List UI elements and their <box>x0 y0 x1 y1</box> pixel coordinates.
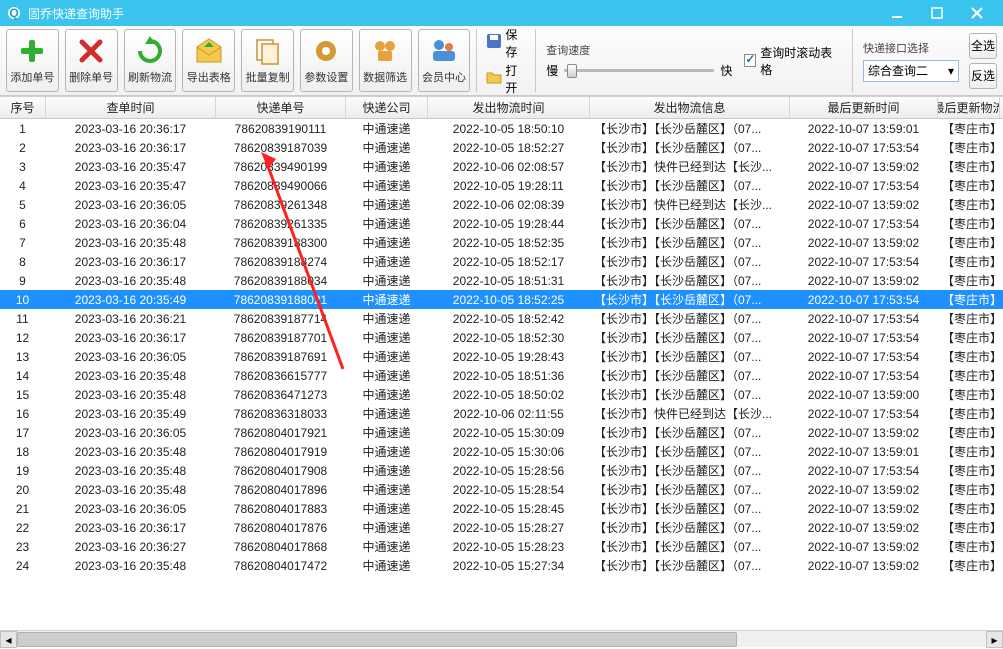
table-row[interactable]: 142023-03-16 20:35:4878620836615777中通速递2… <box>0 366 1003 385</box>
speed-title: 查询速度 <box>546 42 732 58</box>
toolbar: 添加单号 删除单号 刷新物流 导出表格 批量复制 参数设置 数据筛选 会员中心 … <box>0 26 1003 96</box>
fast-label: 快 <box>720 62 732 79</box>
filter-button[interactable]: 数据筛选 <box>359 29 412 92</box>
export-icon <box>194 36 224 66</box>
invert-select-button[interactable]: 反选 <box>969 63 997 89</box>
table-row[interactable]: 12023-03-16 20:36:1778620839190111中通速递20… <box>0 119 1003 138</box>
close-button[interactable] <box>957 2 997 24</box>
table-row[interactable]: 222023-03-16 20:36:1778620804017876中通速递2… <box>0 518 1003 537</box>
open-button[interactable]: 打开 <box>485 62 525 96</box>
settings-button[interactable]: 参数设置 <box>300 29 353 92</box>
table-row[interactable]: 92023-03-16 20:35:4878620839188034中通速递20… <box>0 271 1003 290</box>
table-row[interactable]: 172023-03-16 20:36:0578620804017921中通速递2… <box>0 423 1003 442</box>
table-row[interactable]: 102023-03-16 20:35:4978620839188021中通速递2… <box>0 290 1003 309</box>
filter-icon <box>370 36 400 66</box>
table-row[interactable]: 32023-03-16 20:35:4778620839490199中通速递20… <box>0 157 1003 176</box>
col-comp[interactable]: 快递公司 <box>346 97 428 118</box>
copy-button[interactable]: 批量复制 <box>241 29 294 92</box>
table-row[interactable]: 52023-03-16 20:36:0578620839261348中通速递20… <box>0 195 1003 214</box>
member-button[interactable]: 会员中心 <box>418 29 471 92</box>
table-row[interactable]: 42023-03-16 20:35:4778620839490066中通速递20… <box>0 176 1003 195</box>
window-title: 固乔快递查询助手 <box>28 5 877 22</box>
scroll-checkbox[interactable]: 查询时滚动表格 <box>744 44 836 78</box>
table-row[interactable]: 132023-03-16 20:36:0578620839187691中通速递2… <box>0 347 1003 366</box>
table-row[interactable]: 232023-03-16 20:36:2778620804017868中通速递2… <box>0 537 1003 556</box>
refresh-icon <box>135 36 165 66</box>
table-row[interactable]: 122023-03-16 20:36:1778620839187701中通速递2… <box>0 328 1003 347</box>
maximize-button[interactable] <box>917 2 957 24</box>
users-icon <box>429 36 459 66</box>
delete-icon <box>76 36 106 66</box>
save-icon <box>485 32 503 53</box>
table-row[interactable]: 62023-03-16 20:36:0478620839261335中通速递20… <box>0 214 1003 233</box>
table-row[interactable]: 72023-03-16 20:35:4878620839188300中通速递20… <box>0 233 1003 252</box>
horizontal-scrollbar[interactable]: ◂ ▸ <box>0 630 1003 647</box>
col-time[interactable]: 查单时间 <box>46 97 216 118</box>
col-send[interactable]: 发出物流时间 <box>428 97 590 118</box>
slow-label: 慢 <box>546 62 558 79</box>
api-title: 快递接口选择 <box>863 40 959 56</box>
table-row[interactable]: 82023-03-16 20:36:1778620839188274中通速递20… <box>0 252 1003 271</box>
table-row[interactable]: 242023-03-16 20:35:4878620804017472中通速递2… <box>0 556 1003 575</box>
data-table: 序号 查单时间 快递单号 快递公司 发出物流时间 发出物流信息 最后更新时间 最… <box>0 96 1003 630</box>
table-header: 序号 查单时间 快递单号 快递公司 发出物流时间 发出物流信息 最后更新时间 最… <box>0 97 1003 119</box>
scroll-thumb[interactable] <box>17 632 737 647</box>
table-row[interactable]: 152023-03-16 20:35:4878620836471273中通速递2… <box>0 385 1003 404</box>
table-row[interactable]: 192023-03-16 20:35:4878620804017908中通速递2… <box>0 461 1003 480</box>
table-row[interactable]: 202023-03-16 20:35:4878620804017896中通速递2… <box>0 480 1003 499</box>
scroll-right-button[interactable]: ▸ <box>986 631 1003 648</box>
title-bar: Q 固乔快递查询助手 <box>0 0 1003 26</box>
api-combobox[interactable]: 综合查询二 ▾ <box>863 60 959 82</box>
table-row[interactable]: 22023-03-16 20:36:1778620839187039中通速递20… <box>0 138 1003 157</box>
checkbox-icon <box>744 54 756 67</box>
col-seq[interactable]: 序号 <box>0 97 46 118</box>
plus-icon <box>17 36 47 66</box>
export-button[interactable]: 导出表格 <box>182 29 235 92</box>
folder-open-icon <box>485 68 503 89</box>
minimize-button[interactable] <box>877 2 917 24</box>
col-last[interactable]: 最后更新物流 <box>938 97 1000 118</box>
table-row[interactable]: 212023-03-16 20:36:0578620804017883中通速递2… <box>0 499 1003 518</box>
gear-icon <box>311 36 341 66</box>
copy-icon <box>253 36 283 66</box>
col-upd[interactable]: 最后更新时间 <box>790 97 938 118</box>
chevron-down-icon: ▾ <box>948 64 954 78</box>
scroll-left-button[interactable]: ◂ <box>0 631 17 648</box>
table-row[interactable]: 112023-03-16 20:36:2178620839187714中通速递2… <box>0 309 1003 328</box>
table-row[interactable]: 162023-03-16 20:35:4978620836318033中通速递2… <box>0 404 1003 423</box>
speed-group: 查询速度 慢 快 <box>535 29 732 92</box>
delete-number-button[interactable]: 删除单号 <box>65 29 118 92</box>
save-button[interactable]: 保存 <box>485 26 525 60</box>
table-row[interactable]: 182023-03-16 20:35:4878620804017919中通速递2… <box>0 442 1003 461</box>
col-num[interactable]: 快递单号 <box>216 97 346 118</box>
add-number-button[interactable]: 添加单号 <box>6 29 59 92</box>
select-all-button[interactable]: 全选 <box>969 33 997 59</box>
speed-slider[interactable] <box>564 62 714 80</box>
refresh-button[interactable]: 刷新物流 <box>124 29 177 92</box>
col-info[interactable]: 发出物流信息 <box>590 97 790 118</box>
api-group: 快递接口选择 综合查询二 ▾ <box>852 29 959 92</box>
svg-text:Q: Q <box>9 6 18 20</box>
app-icon: Q <box>6 5 22 21</box>
